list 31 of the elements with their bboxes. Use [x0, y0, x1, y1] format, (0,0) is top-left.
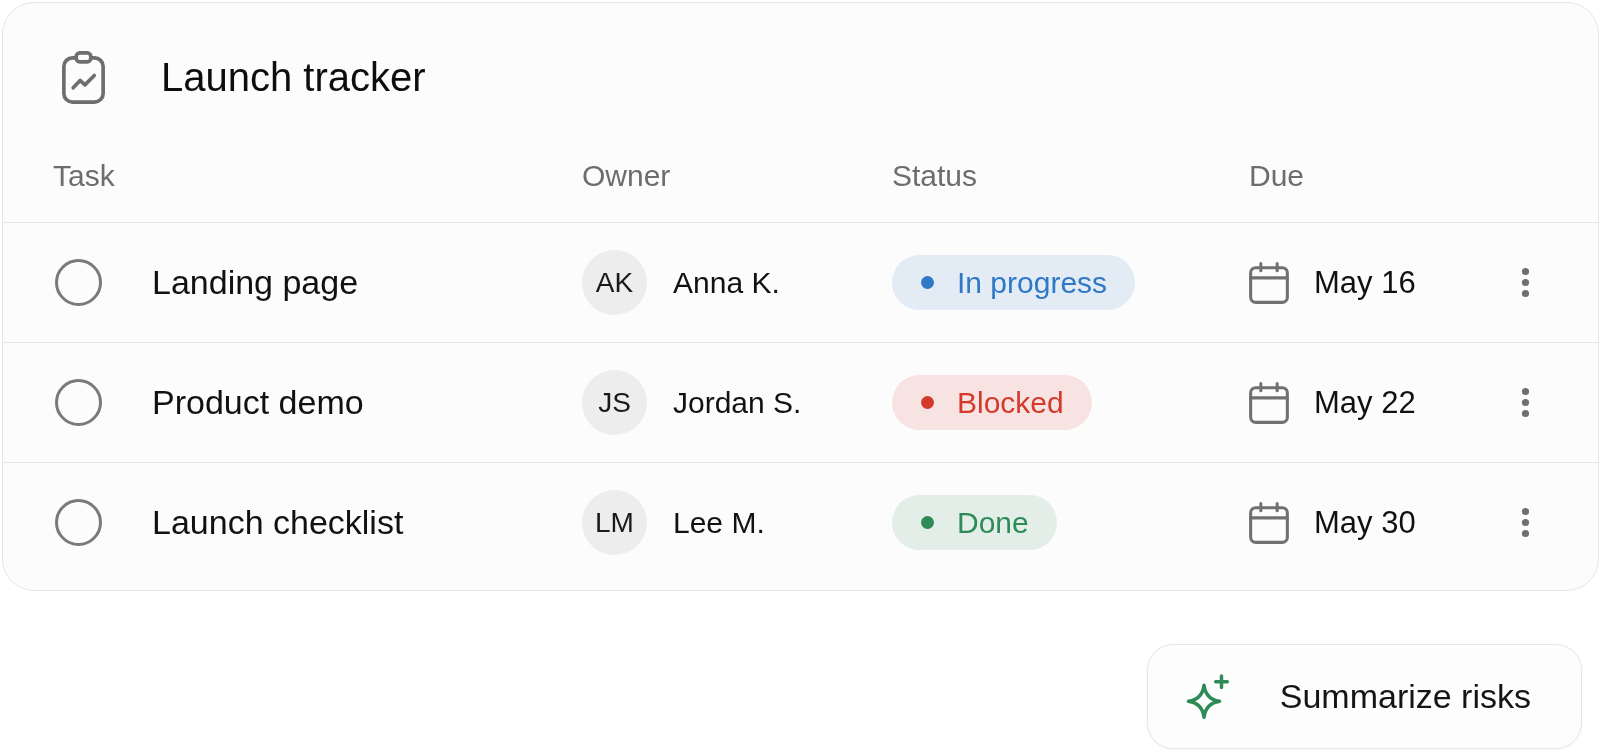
avatar: JS — [582, 370, 647, 435]
checkbox[interactable] — [55, 259, 102, 306]
owner-name: Jordan S. — [673, 385, 802, 420]
calendar-icon — [1249, 501, 1289, 544]
task-name: Launch checklist — [152, 503, 404, 542]
summarize-button[interactable]: Summarize risks — [1146, 644, 1582, 749]
due-date: May 22 — [1314, 384, 1416, 421]
due-date: May 30 — [1314, 504, 1416, 541]
owner-name: Anna K. — [673, 265, 780, 300]
calendar-icon — [1249, 381, 1289, 424]
task-name: Product demo — [152, 383, 364, 422]
status-label: Blocked — [957, 385, 1064, 420]
status-label: Done — [957, 505, 1029, 540]
calendar-icon — [1249, 261, 1289, 304]
owner-name: Lee M. — [673, 505, 765, 540]
avatar: AK — [582, 250, 647, 315]
sparkle-icon — [1185, 674, 1231, 719]
due-date: May 16 — [1314, 264, 1416, 301]
more-icon — [1519, 386, 1531, 419]
checkbox[interactable] — [55, 499, 102, 546]
more-icon — [1519, 506, 1531, 539]
more-icon — [1519, 266, 1531, 299]
avatar: LM — [582, 490, 647, 555]
card-title: Launch tracker — [161, 55, 426, 100]
task-name: Landing page — [152, 263, 359, 302]
column-header: Owner — [582, 159, 671, 192]
status-label: In progress — [957, 265, 1108, 300]
column-header: Due — [1249, 159, 1305, 192]
column-header: Task — [53, 159, 115, 192]
column-header: Status — [892, 159, 978, 192]
checkbox[interactable] — [55, 379, 102, 426]
